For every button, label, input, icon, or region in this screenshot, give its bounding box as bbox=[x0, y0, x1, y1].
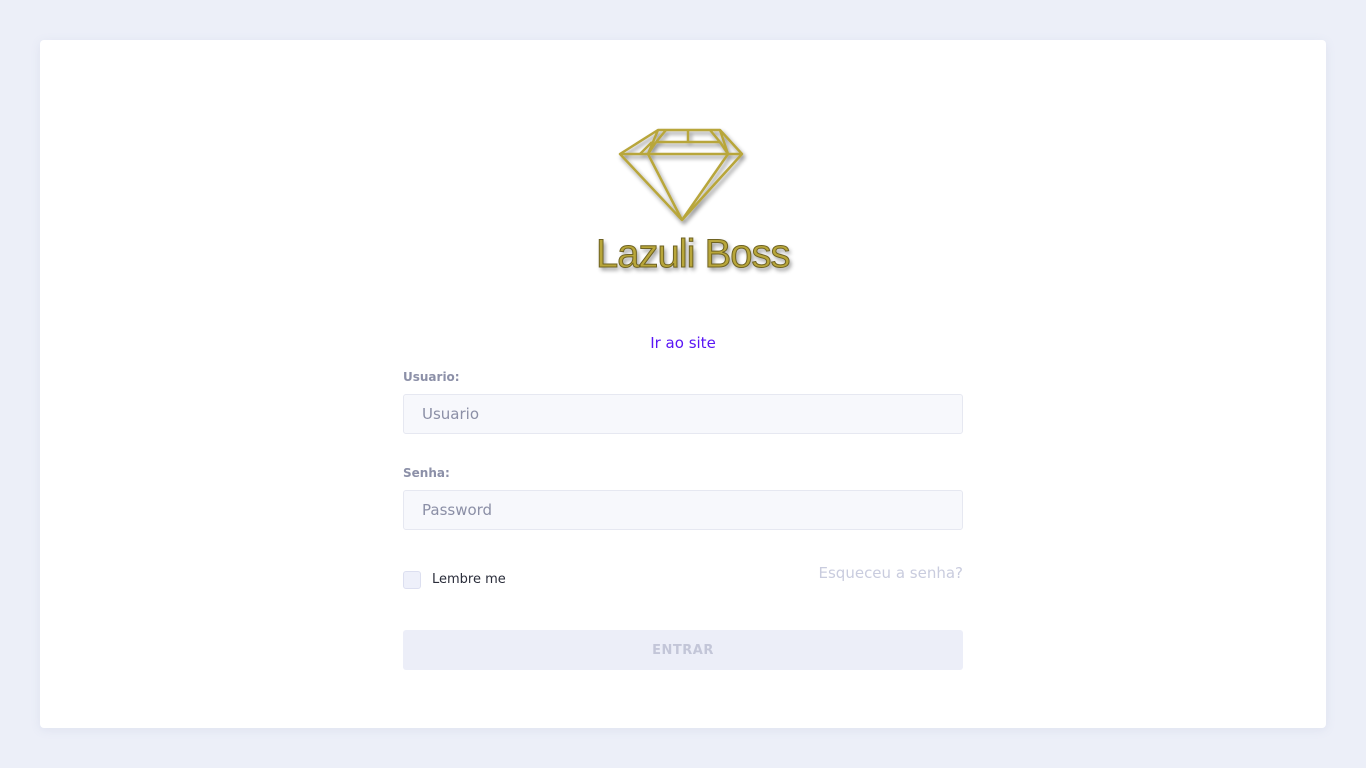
brand-name: Lazuli Boss bbox=[596, 232, 792, 277]
password-input[interactable] bbox=[403, 490, 963, 530]
brand-logo: Lazuli Boss bbox=[596, 124, 792, 284]
login-button[interactable]: ENTRAR bbox=[403, 630, 963, 670]
remember-me-label: Lembre me bbox=[432, 572, 506, 587]
diamond-icon bbox=[618, 128, 744, 222]
username-label: Usuario: bbox=[403, 370, 460, 384]
login-card: Lazuli Boss Ir ao site Usuario: Senha: L… bbox=[40, 40, 1326, 728]
password-label: Senha: bbox=[403, 466, 450, 480]
forgot-password-link[interactable]: Esqueceu a senha? bbox=[783, 564, 963, 582]
go-to-site-link[interactable]: Ir ao site bbox=[403, 334, 963, 352]
username-input[interactable] bbox=[403, 394, 963, 434]
remember-me-checkbox[interactable] bbox=[403, 571, 421, 589]
